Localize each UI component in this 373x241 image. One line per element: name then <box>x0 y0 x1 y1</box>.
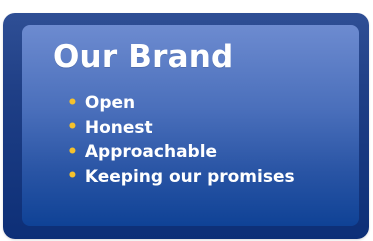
bullet-icon: • <box>67 117 78 138</box>
list-item-label: Approachable <box>84 142 218 163</box>
bullet-icon: • <box>67 92 78 113</box>
brand-values-list: • Open • Honest • Approachable • Keeping… <box>67 91 295 189</box>
list-item-label: Open <box>84 93 136 114</box>
brand-panel: Our Brand • Open • Honest • Approachable… <box>22 25 359 226</box>
list-item-label: Honest <box>84 117 153 138</box>
list-item-keeping-promises: • Keeping our promises <box>67 165 295 190</box>
list-item-label: Keeping our promises <box>84 166 295 187</box>
bullet-icon: • <box>67 166 78 187</box>
list-item-approachable: • Approachable <box>67 140 295 165</box>
list-item-honest: • Honest <box>67 116 295 141</box>
bullet-icon: • <box>67 141 78 162</box>
list-item-open: • Open <box>67 91 295 116</box>
brand-title: Our Brand <box>53 39 234 75</box>
